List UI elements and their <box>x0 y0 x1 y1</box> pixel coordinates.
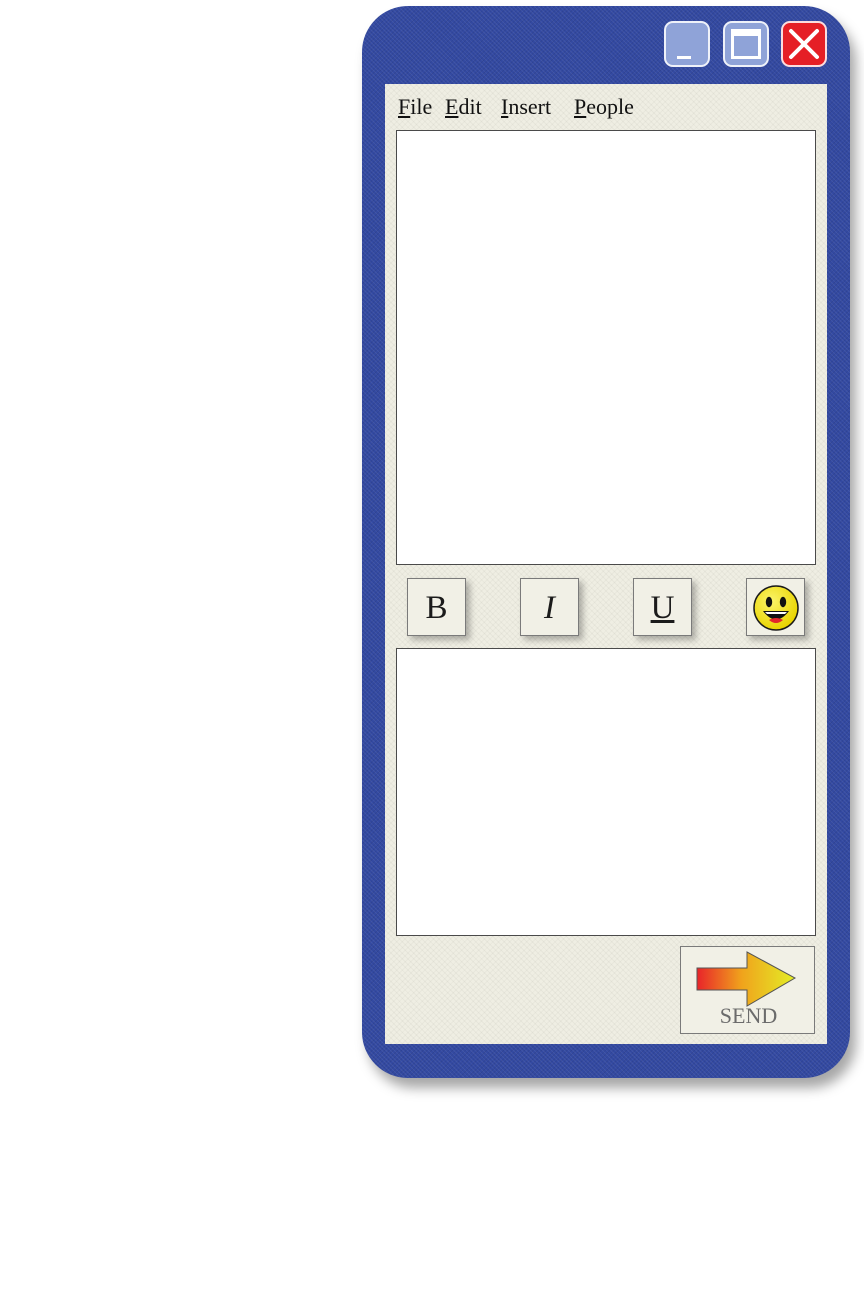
message-compose-input[interactable] <box>396 648 816 936</box>
window-client-area: File Edit Insert People B I U SEND <box>385 84 827 1044</box>
menu-people-accelerator: P <box>574 94 587 119</box>
italic-button[interactable]: I <box>520 578 579 636</box>
emoji-button[interactable] <box>746 578 805 636</box>
menu-file-accelerator: F <box>398 94 411 119</box>
menu-people-label: eople <box>586 94 634 119</box>
maximize-icon <box>731 29 761 59</box>
chat-history-pane[interactable] <box>396 130 816 565</box>
menu-insert-label: nsert <box>508 94 552 119</box>
close-button[interactable] <box>781 21 827 67</box>
arrow-right-icon <box>696 951 797 1007</box>
menu-file-label: ile <box>410 94 433 119</box>
bold-button[interactable]: B <box>407 578 466 636</box>
menu-edit-accelerator: E <box>445 94 459 119</box>
send-button-label: SEND <box>719 1003 778 1028</box>
minimize-icon <box>677 56 691 59</box>
menu-edit-label: dit <box>458 94 482 119</box>
minimize-button[interactable] <box>664 21 710 67</box>
menu-insert[interactable]: Insert <box>501 94 551 120</box>
bold-button-label: B <box>425 590 448 626</box>
italic-button-label: I <box>544 590 555 626</box>
menu-file[interactable]: File <box>398 94 432 120</box>
underline-button-label: U <box>650 590 675 626</box>
menu-edit[interactable]: Edit <box>445 94 482 120</box>
chat-window: File Edit Insert People B I U SEND <box>362 6 850 1078</box>
close-icon <box>789 29 819 59</box>
menu-people[interactable]: People <box>574 94 634 120</box>
maximize-button[interactable] <box>723 21 769 67</box>
underline-button[interactable]: U <box>633 578 692 636</box>
send-button[interactable]: SEND <box>680 946 815 1034</box>
smiley-face-icon <box>753 585 799 631</box>
